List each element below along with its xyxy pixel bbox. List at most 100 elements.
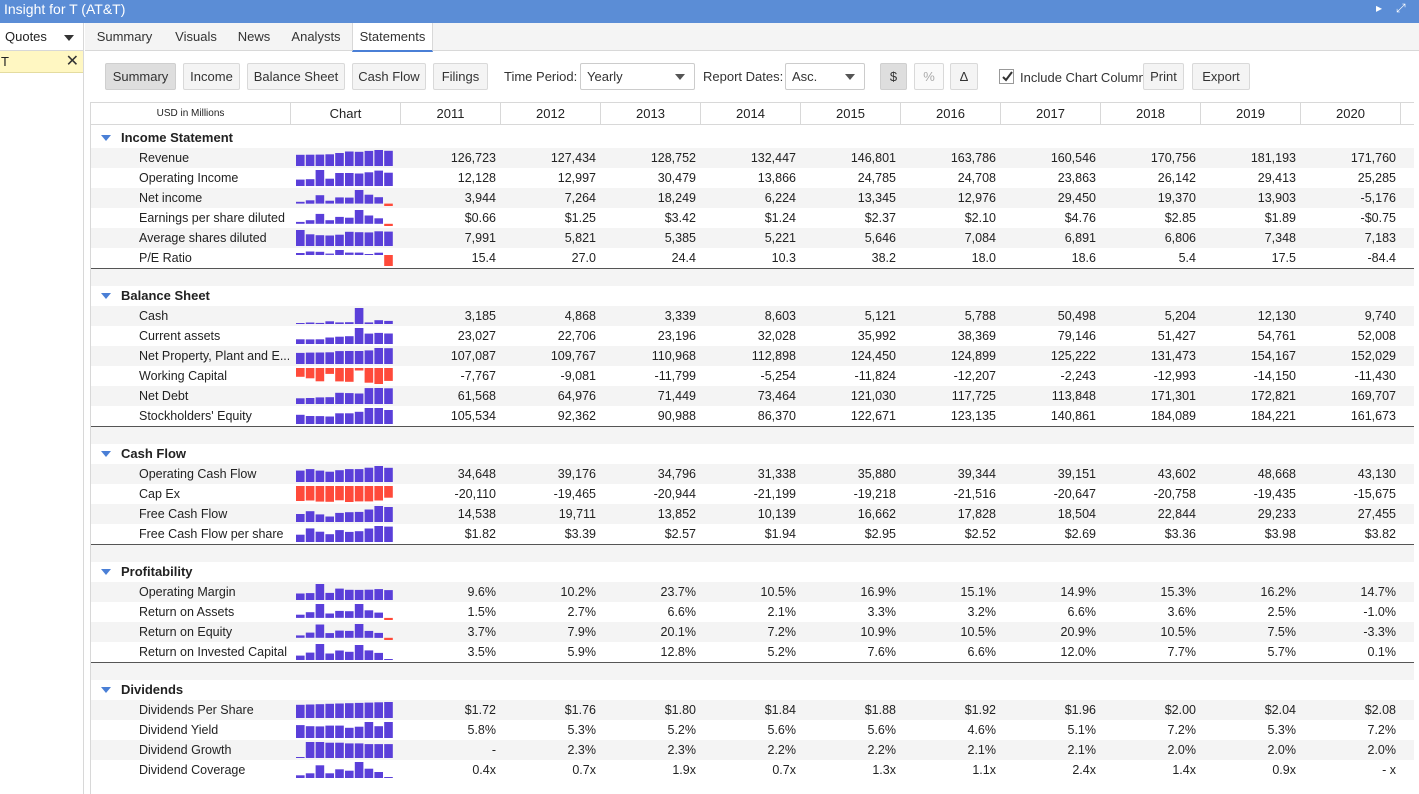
- sparkline-bar: [364, 350, 374, 364]
- table-row[interactable]: Revenue 126,723 127,434 128,752 132,447 146,8…: [91, 148, 1419, 168]
- tab-visuals[interactable]: Visuals: [164, 23, 228, 51]
- table-row[interactable]: Dividend Coverage 0.4x 0.7x 1.9x 0.7x 1.3x 1.1…: [91, 760, 1419, 780]
- section-header[interactable]: Dividends: [91, 680, 1419, 700]
- table-row[interactable]: Cap Ex -20,110 -19,465 -20,944 -21,199 -19,21…: [91, 484, 1419, 504]
- cell-value: $2.00: [1164, 703, 1196, 717]
- cell-value: 20.1%: [660, 625, 696, 639]
- sparkline-bar: [354, 624, 364, 638]
- tab-statements[interactable]: Statements: [352, 23, 433, 52]
- sparkline-chart: [296, 348, 393, 364]
- sparkline-bar: [364, 467, 374, 482]
- view-summary-button[interactable]: Summary: [105, 63, 176, 90]
- table-row[interactable]: Operating Margin 9.6% 10.2% 23.7% 10.5% 16.9%…: [91, 582, 1419, 602]
- table-row[interactable]: Operating Income 12,128 12,997 30,479 13,866…: [91, 168, 1419, 188]
- sparkline-bar: [315, 726, 325, 738]
- view-filings-button[interactable]: Filings: [433, 63, 488, 90]
- table-row[interactable]: Earnings per share diluted $0.66 $1.25 $3.4…: [91, 208, 1419, 228]
- collapse-triangle-icon[interactable]: [101, 135, 111, 141]
- quotes-dropdown[interactable]: Quotes: [0, 23, 83, 51]
- year-header-2016[interactable]: 2016: [901, 103, 1001, 125]
- year-header-2014[interactable]: 2014: [701, 103, 801, 125]
- cell-value: 4.6%: [967, 723, 997, 737]
- collapse-triangle-icon[interactable]: [101, 687, 111, 693]
- collapse-triangle-icon[interactable]: [101, 293, 111, 299]
- year-header-2011[interactable]: 2011: [401, 103, 501, 125]
- year-header-2019[interactable]: 2019: [1201, 103, 1301, 125]
- table-row[interactable]: Operating Cash Flow 34,648 39,176 34,796 31,…: [91, 464, 1419, 484]
- collapse-triangle-icon[interactable]: [101, 569, 111, 575]
- row-label: Return on Equity: [139, 625, 233, 639]
- close-icon[interactable]: ✕: [66, 51, 79, 73]
- cell-value: -19,465: [553, 487, 596, 501]
- cell-value: 39,151: [1057, 467, 1096, 481]
- sparkline-bar: [296, 323, 305, 324]
- cell-value: 29,413: [1257, 171, 1296, 185]
- sparkline-bar: [305, 593, 315, 600]
- table-row[interactable]: Working Capital -7,767 -9,081 -11,799 -5,254…: [91, 366, 1419, 386]
- table-row[interactable]: Return on Assets 1.5% 2.7% 6.6% 2.1% 3.3% 3.2%…: [91, 602, 1419, 622]
- view-income-button[interactable]: Income: [183, 63, 240, 90]
- sparkline-bar: [315, 742, 325, 758]
- time-period-select[interactable]: Yearly: [580, 63, 695, 90]
- vertical-scrollbar[interactable]: [1414, 100, 1419, 794]
- cell-value: 5,204: [1164, 309, 1196, 323]
- statements-table: USD in Millions Chart 2011 2012 2013 2014 2015…: [90, 102, 1419, 794]
- cell-value: 5.6%: [767, 723, 797, 737]
- cell-value: 5,385: [664, 231, 696, 245]
- year-header-2012[interactable]: 2012: [501, 103, 601, 125]
- section-title: Profitability: [121, 564, 193, 579]
- delta-mode-button[interactable]: Δ: [950, 63, 978, 90]
- table-row[interactable]: P/E Ratio 15.4 27.0 24.4 10.3 38.2 18.0 18.6 5.4…: [91, 248, 1419, 268]
- table-row[interactable]: Return on Equity 3.7% 7.9% 20.1% 7.2% 10.9% 10…: [91, 622, 1419, 642]
- percent-mode-button[interactable]: %: [914, 63, 944, 90]
- section-header[interactable]: Balance Sheet: [91, 286, 1419, 306]
- table-row[interactable]: Current assets 23,027 22,706 23,196 32,028 35…: [91, 326, 1419, 346]
- year-header-2020[interactable]: 2020: [1301, 103, 1401, 125]
- cell-value: -$0.75: [1360, 211, 1396, 225]
- year-header-2018[interactable]: 2018: [1101, 103, 1201, 125]
- section-header[interactable]: Income Statement: [91, 128, 1419, 148]
- table-row[interactable]: Stockholders' Equity 105,534 92,362 90,988 8…: [91, 406, 1419, 426]
- year-header-2017[interactable]: 2017: [1001, 103, 1101, 125]
- cell-value: $3.82: [1364, 527, 1396, 541]
- collapse-triangle-icon[interactable]: [101, 451, 111, 457]
- sparkline-bar: [384, 507, 393, 522]
- table-row[interactable]: Free Cash Flow per share $1.82 $3.39 $2.57 $…: [91, 524, 1419, 544]
- report-dates-select[interactable]: Asc.: [785, 63, 865, 90]
- row-label: Revenue: [139, 151, 190, 165]
- dollar-mode-button[interactable]: $: [880, 63, 907, 90]
- section-header[interactable]: Profitability: [91, 562, 1419, 582]
- table-row[interactable]: Cash 3,185 4,868 3,339 8,603 5,121 5,788 50,498…: [91, 306, 1419, 326]
- table-row[interactable]: Dividend Growth - 2.3% 2.3% 2.2% 2.2% 2.1% 2.1%…: [91, 740, 1419, 760]
- sparkline-bar: [305, 220, 315, 224]
- section-header[interactable]: Cash Flow: [91, 444, 1419, 464]
- window-expand-icon[interactable]: ⤢: [1396, 0, 1406, 16]
- cell-value: 0.7x: [572, 763, 596, 777]
- table-row[interactable]: Free Cash Flow 14,538 19,711 13,852 10,139 16…: [91, 504, 1419, 524]
- table-row[interactable]: Dividend Yield 5.8% 5.3% 5.2% 5.6% 5.6% 4.6% 5.…: [91, 720, 1419, 740]
- table-row[interactable]: Net Property, Plant and E... 107,087 109,7…: [91, 346, 1419, 366]
- year-header-2013[interactable]: 2013: [601, 103, 701, 125]
- export-button[interactable]: Export: [1192, 63, 1250, 90]
- sparkline-bar: [335, 197, 344, 204]
- tab-analysts[interactable]: Analysts: [280, 23, 352, 51]
- symbol-item[interactable]: T ✕: [0, 51, 83, 73]
- tab-news[interactable]: News: [228, 23, 280, 51]
- table-row[interactable]: Dividends Per Share $1.72 $1.76 $1.80 $1.84 $…: [91, 700, 1419, 720]
- table-row[interactable]: Net income 3,944 7,264 18,249 6,224 13,345 12,…: [91, 188, 1419, 208]
- cell-value: 18,504: [1057, 507, 1096, 521]
- print-button[interactable]: Print: [1143, 63, 1184, 90]
- window-menu-icon[interactable]: ▸: [1376, 0, 1382, 16]
- table-row[interactable]: Return on Invested Capital 3.5% 5.9% 12.8% 5…: [91, 642, 1419, 662]
- year-header-2015[interactable]: 2015: [801, 103, 901, 125]
- view-balance-sheet-button[interactable]: Balance Sheet: [247, 63, 345, 90]
- sparkline-chart: [296, 230, 393, 246]
- table-row[interactable]: Average shares diluted 7,991 5,821 5,385 5,2…: [91, 228, 1419, 248]
- table-row[interactable]: Net Debt 61,568 64,976 71,449 73,464 121,030 1…: [91, 386, 1419, 406]
- sparkline-bar: [354, 469, 364, 482]
- tab-summary[interactable]: Summary: [85, 23, 164, 51]
- cell-value: $2.69: [1064, 527, 1096, 541]
- sparkline-bar: [325, 773, 334, 778]
- view-cash-flow-button[interactable]: Cash Flow: [352, 63, 426, 90]
- include-chart-checkbox[interactable]: [999, 69, 1014, 84]
